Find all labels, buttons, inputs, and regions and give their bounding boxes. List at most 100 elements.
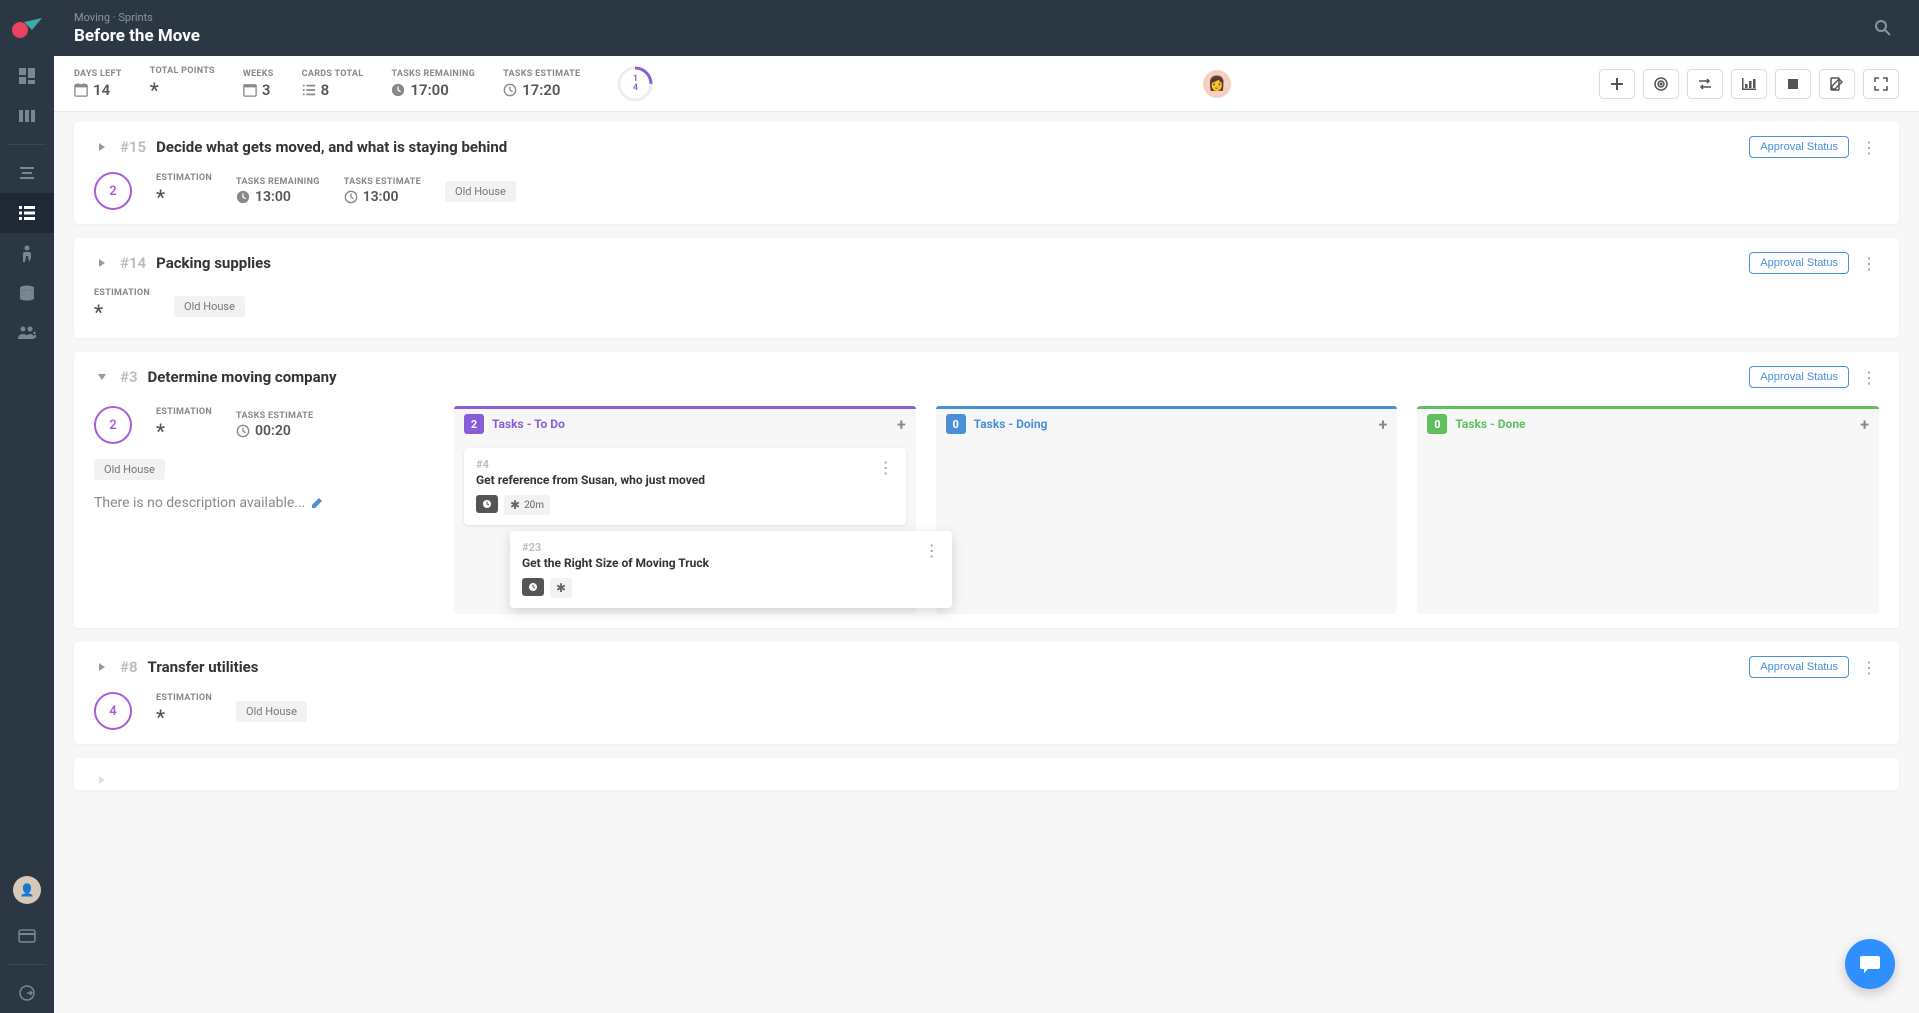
task-menu-icon[interactable]: ⋮ <box>924 541 940 560</box>
target-button[interactable] <box>1643 69 1679 99</box>
chart-button[interactable] <box>1731 69 1767 99</box>
cards-total-label: CARDS TOTAL <box>302 69 364 79</box>
clock-badge <box>522 578 544 596</box>
team-avatar[interactable]: 👩 <box>1203 70 1231 98</box>
task-card-dragging[interactable]: #23 Get the Right Size of Moving Truck ⋮… <box>510 531 952 608</box>
tasks-estimate-value: 17:20 <box>522 81 560 99</box>
sidebar-item-card[interactable] <box>0 916 54 956</box>
add-task-icon[interactable]: + <box>1860 415 1869 434</box>
calendar-icon <box>74 83 88 97</box>
approval-status-button[interactable]: Approval Status <box>1749 252 1849 274</box>
card-title: Packing supplies <box>156 254 1739 272</box>
add-button[interactable] <box>1599 69 1635 99</box>
sidebar-item-activity[interactable] <box>0 233 54 273</box>
collapse-icon[interactable] <box>94 369 110 385</box>
column-count: 0 <box>1427 414 1447 434</box>
stats-bar: DAYS LEFT 14 TOTAL POINTS * WEEKS 3 CARD… <box>54 56 1919 112</box>
card-menu-icon[interactable]: ⋮ <box>1859 254 1879 273</box>
add-task-icon[interactable]: + <box>1379 415 1388 434</box>
column-title: Tasks - To Do <box>492 417 889 431</box>
header: Moving · Sprints Before the Move <box>54 0 1919 56</box>
sidebar-item-list[interactable] <box>0 193 54 233</box>
card-id: #8 <box>120 658 138 676</box>
expand-icon[interactable] <box>94 139 110 155</box>
approval-status-button[interactable]: Approval Status <box>1749 136 1849 158</box>
sidebar-item-logout[interactable] <box>0 973 54 1013</box>
list-icon <box>302 83 316 97</box>
chat-bubble[interactable] <box>1845 939 1895 989</box>
clock-icon <box>236 190 250 204</box>
content: #15 Decide what gets moved, and what is … <box>54 112 1919 824</box>
expand-icon[interactable] <box>94 659 110 675</box>
star-badge: ✱ <box>550 578 572 598</box>
expand-icon[interactable] <box>94 255 110 271</box>
swap-button[interactable] <box>1687 69 1723 99</box>
card-title: Determine moving company <box>148 368 1740 386</box>
column-todo: 2 Tasks - To Do + #4 Get reference from … <box>454 406 916 614</box>
sprint-card: #15 Decide what gets moved, and what is … <box>74 122 1899 224</box>
clock-outline-icon <box>236 424 250 438</box>
weeks-label: WEEKS <box>243 69 274 79</box>
clock-icon <box>391 83 405 97</box>
card-id: #15 <box>120 138 146 156</box>
progress-ring: 14 <box>616 65 654 103</box>
sprint-card: #8 Transfer utilities Approval Status ⋮ … <box>74 642 1899 744</box>
column-count: 2 <box>464 414 484 434</box>
page-title: Before the Move <box>74 26 1867 46</box>
clock-badge <box>476 495 498 513</box>
sidebar-item-board[interactable] <box>0 96 54 136</box>
card-menu-icon[interactable]: ⋮ <box>1859 658 1879 677</box>
approval-status-button[interactable]: Approval Status <box>1749 366 1849 388</box>
sidebar: 👤 <box>0 0 54 1013</box>
task-menu-icon[interactable]: ⋮ <box>878 458 894 477</box>
card-menu-icon[interactable]: ⋮ <box>1859 138 1879 157</box>
tag: Old House <box>445 181 516 202</box>
tag: Old House <box>236 701 307 722</box>
points-badge: 4 <box>94 692 132 730</box>
tasks-remaining-value: 17:00 <box>410 81 448 99</box>
card-title: Decide what gets moved, and what is stay… <box>156 138 1739 156</box>
clock-outline-icon <box>344 190 358 204</box>
calendar-icon <box>243 83 257 97</box>
sidebar-item-dashboard[interactable] <box>0 56 54 96</box>
stop-button[interactable] <box>1775 69 1811 99</box>
column-doing: 0 Tasks - Doing + <box>936 406 1398 614</box>
sidebar-item-data[interactable] <box>0 273 54 313</box>
total-points-label: TOTAL POINTS <box>150 66 215 76</box>
user-avatar[interactable]: 👤 <box>13 876 41 904</box>
breadcrumb: Moving · Sprints <box>74 11 1867 24</box>
approval-status-button[interactable]: Approval Status <box>1749 656 1849 678</box>
column-title: Tasks - Done <box>1455 417 1852 431</box>
column-title: Tasks - Doing <box>974 417 1371 431</box>
days-left-label: DAYS LEFT <box>74 69 122 79</box>
column-count: 0 <box>946 414 966 434</box>
tag: Old House <box>174 296 245 317</box>
column-done: 0 Tasks - Done + <box>1417 406 1879 614</box>
points-badge: 2 <box>94 406 132 444</box>
task-card[interactable]: #4 Get reference from Susan, who just mo… <box>464 448 906 525</box>
fullscreen-button[interactable] <box>1863 69 1899 99</box>
total-points-value: * <box>150 78 159 102</box>
card-menu-icon[interactable]: ⋮ <box>1859 368 1879 387</box>
points-badge: 2 <box>94 172 132 210</box>
sprint-card <box>74 758 1899 790</box>
add-task-icon[interactable]: + <box>897 415 906 434</box>
card-id: #3 <box>120 368 138 386</box>
description: There is no description available... <box>94 495 434 511</box>
expand-icon[interactable] <box>94 772 110 788</box>
card-title: Transfer utilities <box>148 658 1740 676</box>
card-id: #14 <box>120 254 146 272</box>
clock-outline-icon <box>503 83 517 97</box>
search-icon[interactable] <box>1867 12 1899 44</box>
cards-total-value: 8 <box>321 81 330 99</box>
tag: Old House <box>94 459 165 480</box>
sidebar-item-team[interactable] <box>0 313 54 353</box>
edit-description-icon[interactable] <box>311 497 323 509</box>
sprint-card: #14 Packing supplies Approval Status ⋮ E… <box>74 238 1899 338</box>
sidebar-item-menu[interactable] <box>0 153 54 193</box>
edit-button[interactable] <box>1819 69 1855 99</box>
tasks-remaining-label: TASKS REMAINING <box>391 69 475 79</box>
time-badge: ✱20m <box>504 495 550 515</box>
logo[interactable] <box>0 0 54 56</box>
tasks-estimate-label: TASKS ESTIMATE <box>503 69 580 79</box>
